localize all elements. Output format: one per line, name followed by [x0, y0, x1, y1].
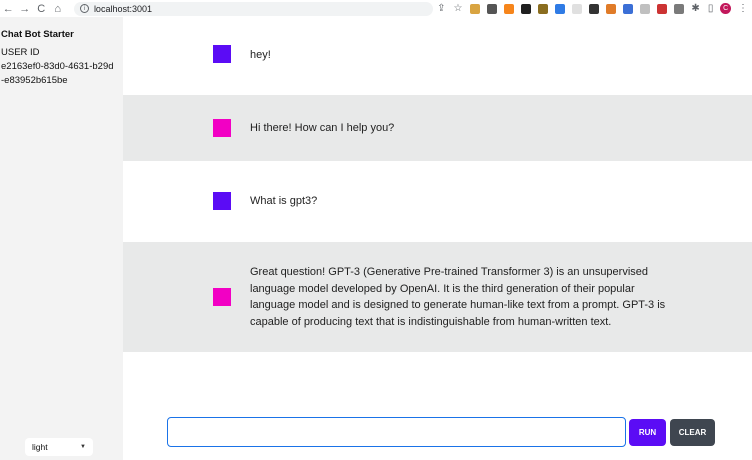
- message-text: hey!: [250, 49, 271, 61]
- extensions-row: [466, 3, 687, 14]
- message-text: Great question! GPT-3 (Generative Pre-tr…: [250, 266, 666, 328]
- message-row: hey!: [123, 17, 752, 94]
- url-text: localhost:3001: [93, 3, 152, 14]
- theme-select[interactable]: light ▼: [25, 438, 93, 456]
- user-id-label: USER ID: [1, 47, 40, 58]
- info-icon[interactable]: i: [79, 4, 89, 13]
- clear-button[interactable]: CLEAR: [670, 419, 715, 446]
- extension-icon[interactable]: [588, 3, 599, 14]
- extension-icon[interactable]: [537, 3, 548, 14]
- extension-icon[interactable]: [639, 3, 650, 14]
- extension-icon[interactable]: [554, 3, 565, 14]
- extension-icon[interactable]: [503, 3, 514, 14]
- sidebar: Chat Bot Starter USER ID e2163ef0-83d0-4…: [0, 17, 123, 460]
- home-icon[interactable]: ⌂: [49, 0, 65, 17]
- reload-icon[interactable]: C: [33, 0, 49, 17]
- profile-avatar[interactable]: C: [720, 3, 731, 14]
- extensions-puzzle-icon[interactable]: ✱: [691, 3, 699, 14]
- share-icon[interactable]: ⇪: [437, 3, 445, 14]
- chevron-down-icon: ▼: [80, 444, 86, 450]
- assistant-avatar: [213, 288, 231, 306]
- app-title: Chat Bot Starter: [1, 29, 74, 40]
- message-text: What is gpt3?: [250, 195, 318, 207]
- browser-toolbar: ← → C ⌂ i localhost:3001 ⇪ ☆ ✱ ▯ C ⋮: [0, 0, 752, 17]
- extension-icon[interactable]: [571, 3, 582, 14]
- message-row: What is gpt3?: [123, 161, 752, 242]
- user-avatar: [213, 45, 231, 63]
- side-panel-icon[interactable]: ▯: [708, 3, 714, 14]
- message-input[interactable]: [167, 417, 626, 447]
- message-row: Great question! GPT-3 (Generative Pre-tr…: [123, 242, 752, 352]
- theme-select-value: light: [32, 442, 48, 452]
- extension-icon[interactable]: [605, 3, 616, 14]
- bookmark-star-icon[interactable]: ☆: [453, 3, 462, 14]
- assistant-avatar: [213, 119, 231, 137]
- extension-icon[interactable]: [486, 3, 497, 14]
- extension-icon[interactable]: [520, 3, 531, 14]
- back-icon[interactable]: ←: [0, 0, 16, 17]
- run-button[interactable]: RUN: [629, 419, 666, 446]
- user-id-value: e2163ef0-83d0-4631-b29d-e83952b615be: [1, 61, 114, 86]
- message-text: Hi there! How can I help you?: [250, 122, 395, 134]
- chat-transcript: hey! Hi there! How can I help you? What …: [123, 17, 752, 460]
- forward-icon[interactable]: →: [16, 0, 32, 17]
- address-bar[interactable]: i localhost:3001: [73, 1, 434, 16]
- user-avatar: [213, 192, 231, 210]
- message-row: Hi there! How can I help you?: [123, 95, 752, 161]
- extension-icon[interactable]: [673, 3, 684, 14]
- extension-icon[interactable]: [656, 3, 667, 14]
- extension-icon[interactable]: [622, 3, 633, 14]
- menu-icon[interactable]: ⋮: [738, 3, 748, 14]
- extension-icon[interactable]: [469, 3, 480, 14]
